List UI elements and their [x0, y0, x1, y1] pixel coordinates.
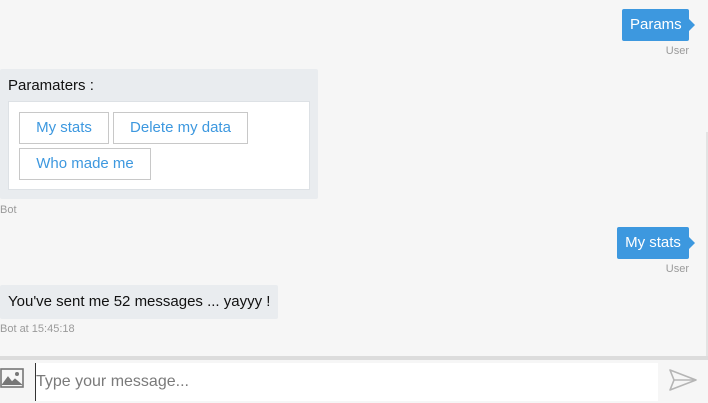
option-who-made-me-button[interactable]: Who made me — [19, 148, 151, 180]
chat-window: Params User Paramaters : My stats Delete… — [0, 0, 708, 403]
bot-message-bubble: You've sent me 52 messages ... yayyy ! — [0, 285, 279, 319]
user-message-bubble: Params — [622, 9, 695, 41]
option-my-stats-button[interactable]: My stats — [19, 112, 109, 144]
user-message-bubble: My stats — [617, 227, 695, 259]
user-message-sender: User — [665, 45, 689, 57]
message-input[interactable] — [35, 363, 658, 401]
message-composer — [0, 356, 708, 403]
bot-message-sender: Bot — [0, 204, 17, 216]
bot-options-card: Paramaters : My stats Delete my data Who… — [0, 69, 318, 199]
options-panel: My stats Delete my data Who made me — [8, 101, 310, 190]
option-delete-my-data-button[interactable]: Delete my data — [113, 112, 248, 144]
send-icon[interactable] — [668, 368, 698, 394]
bot-message-timestamp: Bot at 15:45:18 — [0, 323, 75, 335]
user-message-sender: User — [665, 263, 689, 275]
image-icon[interactable] — [0, 368, 26, 390]
bot-card-title: Paramaters : — [8, 77, 94, 94]
